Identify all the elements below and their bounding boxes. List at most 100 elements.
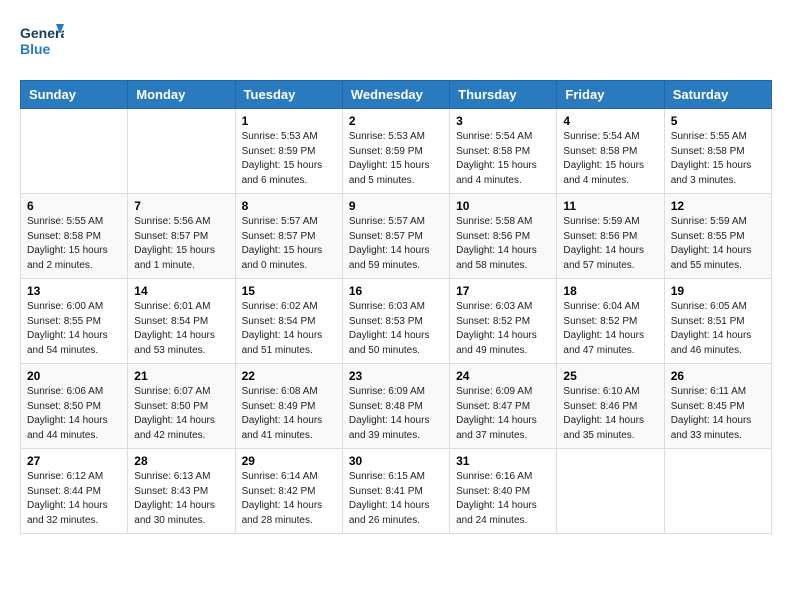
- calendar-cell: [664, 449, 771, 534]
- calendar-cell: 4 Sunrise: 5:54 AM Sunset: 8:58 PM Daylig…: [557, 109, 664, 194]
- day-number: 4: [563, 114, 657, 128]
- day-number: 11: [563, 199, 657, 213]
- calendar-cell: 7 Sunrise: 5:56 AM Sunset: 8:57 PM Daylig…: [128, 194, 235, 279]
- calendar-week-row: 20 Sunrise: 6:06 AM Sunset: 8:50 PM Dayli…: [21, 364, 772, 449]
- calendar-cell: 23Sunrise: 6:09 AM Sunset: 8:48 PM Dayli…: [342, 364, 449, 449]
- calendar-week-row: 27 Sunrise: 6:12 AM Sunset: 8:44 PM Dayli…: [21, 449, 772, 534]
- day-info: Sunrise: 6:01 AM Sunset: 8:54 PM Dayligh…: [134, 300, 228, 358]
- day-info: Sunrise: 6:12 AM Sunset: 8:44 PM Dayligh…: [27, 470, 121, 528]
- calendar-cell: 15 Sunrise: 6:02 AM Sunset: 8:54 PM Dayli…: [235, 279, 342, 364]
- calendar-cell: 25Sunrise: 6:10 AM Sunset: 8:46 PM Dayli…: [557, 364, 664, 449]
- calendar-cell: 29 Sunrise: 6:14 AM Sunset: 8:42 PM Dayli…: [235, 449, 342, 534]
- calendar-cell: [128, 109, 235, 194]
- day-info: Sunrise: 5:58 AM Sunset: 8:56 PM Dayligh…: [456, 215, 550, 273]
- weekday-header-monday: Monday: [128, 81, 235, 109]
- day-number: 24: [456, 369, 550, 383]
- day-number: 13: [27, 284, 121, 298]
- weekday-header-friday: Friday: [557, 81, 664, 109]
- page-header: General Blue: [20, 20, 772, 64]
- day-info: Sunrise: 6:00 AM Sunset: 8:55 PM Dayligh…: [27, 300, 121, 358]
- day-number: 12: [671, 199, 765, 213]
- day-info: Sunrise: 5:59 AM Sunset: 8:56 PM Dayligh…: [563, 215, 657, 273]
- day-info: Sunrise: 5:55 AM Sunset: 8:58 PM Dayligh…: [27, 215, 121, 273]
- day-number: 31: [456, 454, 550, 468]
- day-number: 25: [563, 369, 657, 383]
- day-info: Sunrise: 5:57 AM Sunset: 8:57 PM Dayligh…: [242, 215, 336, 273]
- calendar-week-row: 6 Sunrise: 5:55 AM Sunset: 8:58 PM Daylig…: [21, 194, 772, 279]
- weekday-header-tuesday: Tuesday: [235, 81, 342, 109]
- calendar-cell: 12 Sunrise: 5:59 AM Sunset: 8:55 PM Dayli…: [664, 194, 771, 279]
- day-number: 19: [671, 284, 765, 298]
- day-number: 5: [671, 114, 765, 128]
- day-info: Sunrise: 6:02 AM Sunset: 8:54 PM Dayligh…: [242, 300, 336, 358]
- calendar-cell: 26 Sunrise: 6:11 AM Sunset: 8:45 PM Dayli…: [664, 364, 771, 449]
- weekday-header-thursday: Thursday: [450, 81, 557, 109]
- day-info: Sunrise: 6:09 AM Sunset: 8:48 PM Dayligh…: [349, 385, 443, 443]
- day-info: Sunrise: 6:15 AM Sunset: 8:41 PM Dayligh…: [349, 470, 443, 528]
- day-number: 29: [242, 454, 336, 468]
- calendar-cell: [21, 109, 128, 194]
- day-info: Sunrise: 6:04 AM Sunset: 8:52 PM Dayligh…: [563, 300, 657, 358]
- calendar-cell: 3 Sunrise: 5:54 AM Sunset: 8:58 PM Daylig…: [450, 109, 557, 194]
- calendar-cell: 24 Sunrise: 6:09 AM Sunset: 8:47 PM Dayli…: [450, 364, 557, 449]
- day-info: Sunrise: 5:54 AM Sunset: 8:58 PM Dayligh…: [456, 130, 550, 188]
- svg-text:Blue: Blue: [20, 41, 51, 57]
- calendar-cell: 13 Sunrise: 6:00 AM Sunset: 8:55 PM Dayli…: [21, 279, 128, 364]
- calendar-cell: 8Sunrise: 5:57 AM Sunset: 8:57 PM Daylig…: [235, 194, 342, 279]
- day-number: 28: [134, 454, 228, 468]
- calendar-cell: 1Sunrise: 5:53 AM Sunset: 8:59 PM Daylig…: [235, 109, 342, 194]
- day-number: 27: [27, 454, 121, 468]
- day-info: Sunrise: 5:53 AM Sunset: 8:59 PM Dayligh…: [349, 130, 443, 188]
- day-number: 1: [242, 114, 336, 128]
- calendar-cell: 16Sunrise: 6:03 AM Sunset: 8:53 PM Dayli…: [342, 279, 449, 364]
- day-number: 10: [456, 199, 550, 213]
- calendar-cell: 14 Sunrise: 6:01 AM Sunset: 8:54 PM Dayli…: [128, 279, 235, 364]
- day-info: Sunrise: 6:13 AM Sunset: 8:43 PM Dayligh…: [134, 470, 228, 528]
- day-number: 3: [456, 114, 550, 128]
- weekday-header-sunday: Sunday: [21, 81, 128, 109]
- logo-container: General Blue: [20, 20, 64, 64]
- day-info: Sunrise: 6:06 AM Sunset: 8:50 PM Dayligh…: [27, 385, 121, 443]
- calendar-cell: 18 Sunrise: 6:04 AM Sunset: 8:52 PM Dayli…: [557, 279, 664, 364]
- day-number: 14: [134, 284, 228, 298]
- day-info: Sunrise: 5:59 AM Sunset: 8:55 PM Dayligh…: [671, 215, 765, 273]
- calendar-cell: 6 Sunrise: 5:55 AM Sunset: 8:58 PM Daylig…: [21, 194, 128, 279]
- day-number: 2: [349, 114, 443, 128]
- day-number: 20: [27, 369, 121, 383]
- day-info: Sunrise: 6:16 AM Sunset: 8:40 PM Dayligh…: [456, 470, 550, 528]
- day-number: 6: [27, 199, 121, 213]
- day-number: 21: [134, 369, 228, 383]
- calendar-cell: 28 Sunrise: 6:13 AM Sunset: 8:43 PM Dayli…: [128, 449, 235, 534]
- logo-svg: General Blue: [20, 20, 64, 64]
- calendar-week-row: 13 Sunrise: 6:00 AM Sunset: 8:55 PM Dayli…: [21, 279, 772, 364]
- day-number: 15: [242, 284, 336, 298]
- day-info: Sunrise: 6:07 AM Sunset: 8:50 PM Dayligh…: [134, 385, 228, 443]
- logo: General Blue: [20, 20, 64, 64]
- calendar-week-row: 1 Sunrise: 5:53 AM Sunset: 8:59 PM Daylig…: [21, 109, 772, 194]
- day-info: Sunrise: 6:14 AM Sunset: 8:42 PM Dayligh…: [242, 470, 336, 528]
- day-number: 30: [349, 454, 443, 468]
- calendar-table: SundayMondayTuesdayWednesdayThursdayFrid…: [20, 80, 772, 534]
- calendar-cell: 2 Sunrise: 5:53 AM Sunset: 8:59 PM Daylig…: [342, 109, 449, 194]
- weekday-header-saturday: Saturday: [664, 81, 771, 109]
- calendar-cell: 31 Sunrise: 6:16 AM Sunset: 8:40 PM Dayli…: [450, 449, 557, 534]
- day-info: Sunrise: 5:56 AM Sunset: 8:57 PM Dayligh…: [134, 215, 228, 273]
- calendar-cell: 22Sunrise: 6:08 AM Sunset: 8:49 PM Dayli…: [235, 364, 342, 449]
- day-number: 16: [349, 284, 443, 298]
- day-number: 22: [242, 369, 336, 383]
- calendar-cell: 9Sunrise: 5:57 AM Sunset: 8:57 PM Daylig…: [342, 194, 449, 279]
- calendar-cell: 5 Sunrise: 5:55 AM Sunset: 8:58 PM Daylig…: [664, 109, 771, 194]
- calendar-cell: [557, 449, 664, 534]
- day-number: 17: [456, 284, 550, 298]
- weekday-header-wednesday: Wednesday: [342, 81, 449, 109]
- day-info: Sunrise: 5:55 AM Sunset: 8:58 PM Dayligh…: [671, 130, 765, 188]
- day-info: Sunrise: 6:09 AM Sunset: 8:47 PM Dayligh…: [456, 385, 550, 443]
- day-info: Sunrise: 5:57 AM Sunset: 8:57 PM Dayligh…: [349, 215, 443, 273]
- day-info: Sunrise: 6:11 AM Sunset: 8:45 PM Dayligh…: [671, 385, 765, 443]
- day-info: Sunrise: 5:54 AM Sunset: 8:58 PM Dayligh…: [563, 130, 657, 188]
- weekday-header-row: SundayMondayTuesdayWednesdayThursdayFrid…: [21, 81, 772, 109]
- calendar-cell: 21 Sunrise: 6:07 AM Sunset: 8:50 PM Dayli…: [128, 364, 235, 449]
- day-number: 7: [134, 199, 228, 213]
- day-number: 18: [563, 284, 657, 298]
- day-number: 26: [671, 369, 765, 383]
